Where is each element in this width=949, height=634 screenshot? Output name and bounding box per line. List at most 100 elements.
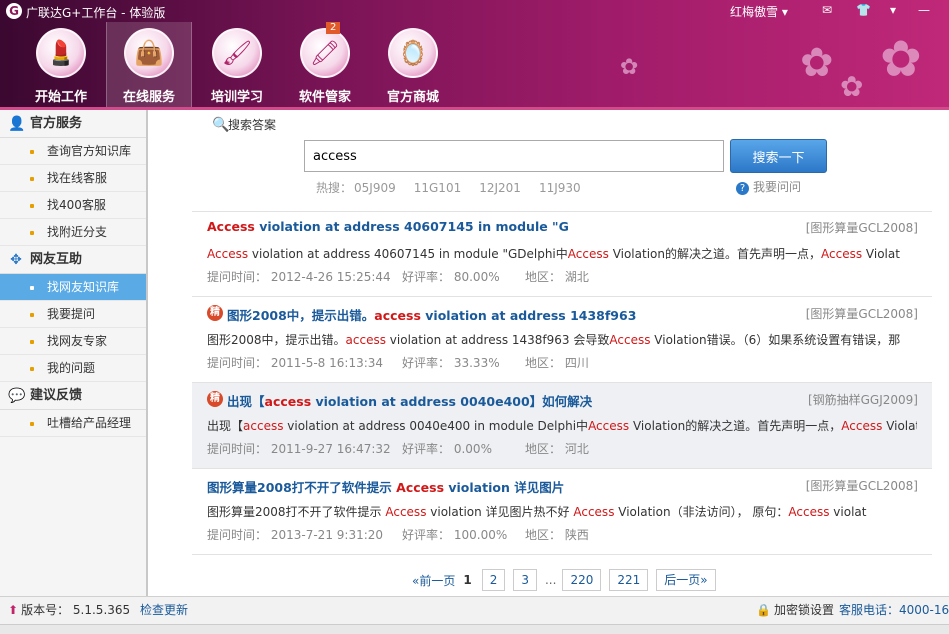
search-label: 搜索答案 [228, 118, 277, 132]
result-item[interactable]: Access violation at address 40607145 in … [192, 211, 932, 297]
version-number: 5.1.5.365 [72, 603, 131, 617]
meta-label: 地区： [525, 356, 562, 370]
meta-label: 提问时间： [207, 356, 268, 370]
result-item[interactable]: 图形算量2008打不开了软件提示 Access violation 详见图片 [图… [192, 469, 932, 555]
result-title[interactable]: 精图形2008中，提示出错。access violation at addres… [207, 305, 636, 324]
meta-label: 好评率： [402, 528, 451, 542]
brush-icon: 🖌 [212, 28, 262, 78]
sidebar-section-feedback[interactable]: 💬 建议反馈 [0, 382, 146, 410]
result-title[interactable]: Access violation at address 40607145 in … [207, 219, 569, 234]
sidebar-item-official-kb[interactable]: 查询官方知识库 [0, 138, 146, 165]
text-fragment: Violation错误。（6）如果系统设置有错误，那 [650, 333, 901, 347]
search-input[interactable] [304, 140, 724, 172]
main-content: 🔍搜索答案 搜索一下 热搜：05J909 11G101 12J201 11J930 ?… [150, 110, 949, 596]
sidebar-item-nearby-branch[interactable]: 找附近分支 [0, 219, 146, 246]
meta-region: 地区： 湖北 [525, 268, 605, 285]
nav-label: 软件管家 [298, 90, 351, 105]
meta-value: 陕西 [564, 528, 589, 542]
app-logo-icon: G [6, 3, 22, 19]
lifebuoy-icon: ✥ [10, 251, 22, 268]
page-link[interactable]: 2 [481, 569, 506, 591]
text-fragment: violation 详见图片热不好 [426, 505, 574, 519]
text-fragment: violation at address 40607145 in module … [254, 219, 569, 234]
top-banner: ✿ ✿ ✿ ✿ G 广联达G+工作台 - 体验版 红梅傲雪 ▾ ✉ 👕 ▾ — … [0, 0, 949, 110]
nav-label: 官方商城 [386, 90, 439, 105]
text-fragment: Violat [882, 419, 917, 433]
person-icon: 👤 [8, 115, 26, 132]
sidebar-section-community[interactable]: ✥ 网友互助 [0, 246, 146, 274]
result-snippet: 出现【access violation at address 0040e400 … [207, 417, 917, 434]
nav-online-service[interactable]: 👜 在线服务 [106, 22, 192, 108]
check-update-link[interactable]: 检查更新 [140, 597, 188, 623]
sidebar-item-pm-feedback[interactable]: 吐槽给产品经理 [0, 410, 146, 437]
hot-link[interactable]: 12J201 [479, 181, 521, 195]
search-header: 🔍搜索答案 [212, 116, 276, 133]
meta-label: 地区： [525, 528, 562, 542]
text-fragment: Violation的解决之道。首先声明一点， [608, 247, 821, 261]
section-title: 网友互助 [30, 251, 83, 267]
keyword-highlight: Access [396, 480, 445, 495]
hot-link[interactable]: 11G101 [414, 181, 461, 195]
result-snippet: 图形算量2008打不开了软件提示 Access violation 详见图片热不… [207, 503, 917, 520]
nav-software-manager[interactable]: 🖍 2 软件管家 [282, 22, 368, 108]
meta-region: 地区： 河北 [525, 440, 605, 457]
page-link[interactable]: 220 [562, 569, 602, 591]
result-meta: 提问时间： 2011-5-8 16:13:34 好评率： 33.33% 地区： 四川 [207, 354, 605, 371]
page-ellipsis: ... [544, 573, 557, 587]
nav-official-store[interactable]: 🪞 官方商城 [370, 22, 456, 108]
status-bar: ⬆ 版本号： 5.1.5.365 检查更新 🔒 加密锁设置 客服电话：4000-16… [0, 596, 949, 624]
minimize-icon[interactable]: — [918, 3, 930, 17]
version-info: ⬆ 版本号： 5.1.5.365 [8, 597, 130, 623]
text-fragment: Violation的解决之道。首先声明一点， [629, 419, 842, 433]
meta-label: 好评率： [402, 270, 451, 284]
sidebar-item-my-questions[interactable]: 我的问题 [0, 355, 146, 382]
result-item[interactable]: 精图形2008中，提示出错。access violation at addres… [192, 297, 932, 383]
sidebar-item-ask[interactable]: 我要提问 [0, 301, 146, 328]
meta-value: 2011-5-8 16:13:34 [270, 356, 384, 370]
window-title: 广联达G+工作台 - 体验版 [26, 6, 166, 20]
sidebar-item-experts[interactable]: 找网友专家 [0, 328, 146, 355]
hot-link[interactable]: 11J930 [539, 181, 581, 195]
question-icon: ? [736, 182, 749, 195]
keyword-highlight: access [345, 333, 386, 347]
sidebar-item-400-cs[interactable]: 找400客服 [0, 192, 146, 219]
keyword-highlight: Access [573, 505, 615, 519]
meta-time: 提问时间： 2012-4-26 15:25:44 [207, 268, 402, 285]
page-link[interactable]: 221 [609, 569, 649, 591]
user-menu[interactable]: 红梅傲雪 ▾ [730, 3, 788, 20]
featured-badge-icon: 精 [207, 305, 223, 321]
nav-label: 开始工作 [34, 90, 87, 105]
dropdown-icon[interactable]: ▾ [890, 3, 896, 17]
prev-page-link[interactable]: «前一页 [412, 572, 455, 589]
nav-training[interactable]: 🖌 培训学习 [194, 22, 280, 108]
sidebar-section-official[interactable]: 👤 官方服务 [0, 110, 146, 138]
keyword-highlight: Access [567, 247, 609, 261]
current-page: 1 [463, 573, 472, 587]
next-page-link[interactable]: 后一页» [656, 569, 716, 591]
search-button[interactable]: 搜索一下 [730, 139, 827, 173]
meta-label: 地区： [525, 270, 562, 284]
result-category: [图形算量GCL2008] [805, 479, 918, 493]
skin-icon[interactable]: 👕 [856, 3, 871, 17]
sidebar-item-user-kb[interactable]: 找网友知识库 [0, 274, 146, 301]
sidebar-item-online-cs[interactable]: 找在线客服 [0, 165, 146, 192]
user-name: 红梅傲雪 [730, 5, 779, 19]
ask-link[interactable]: ? 我要问问 [736, 178, 801, 195]
result-meta: 提问时间： 2012-4-26 15:25:44 好评率： 80.00% 地区： 湖… [207, 268, 605, 285]
hot-link[interactable]: 05J909 [354, 181, 396, 195]
pagination: «前一页 1 2 3 ... 220 221 后一页» [412, 569, 724, 591]
result-title[interactable]: 图形算量2008打不开了软件提示 Access violation 详见图片 [207, 477, 564, 496]
result-title[interactable]: 精出现【access violation at address 0040e400… [207, 391, 592, 410]
result-meta: 提问时间： 2013-7-21 9:31:20 好评率： 100.00% 地区： 陕… [207, 526, 605, 543]
flower-decoration: ✿ [620, 55, 639, 80]
mail-icon[interactable]: ✉ [822, 3, 832, 17]
lock-settings[interactable]: 🔒 加密锁设置 [756, 597, 834, 623]
text-fragment: violation 详见图片 [444, 480, 565, 495]
meta-label: 地区： [525, 442, 562, 456]
text-fragment: 图形2008中，提示出错。 [227, 308, 375, 323]
result-item[interactable]: 精出现【access violation at address 0040e400… [192, 383, 932, 469]
nav-start-work[interactable]: 💄 开始工作 [18, 22, 104, 108]
result-snippet: Access violation at address 40607145 in … [207, 245, 917, 262]
page-link[interactable]: 3 [513, 569, 537, 591]
meta-time: 提问时间： 2011-9-27 16:47:32 [207, 440, 402, 457]
